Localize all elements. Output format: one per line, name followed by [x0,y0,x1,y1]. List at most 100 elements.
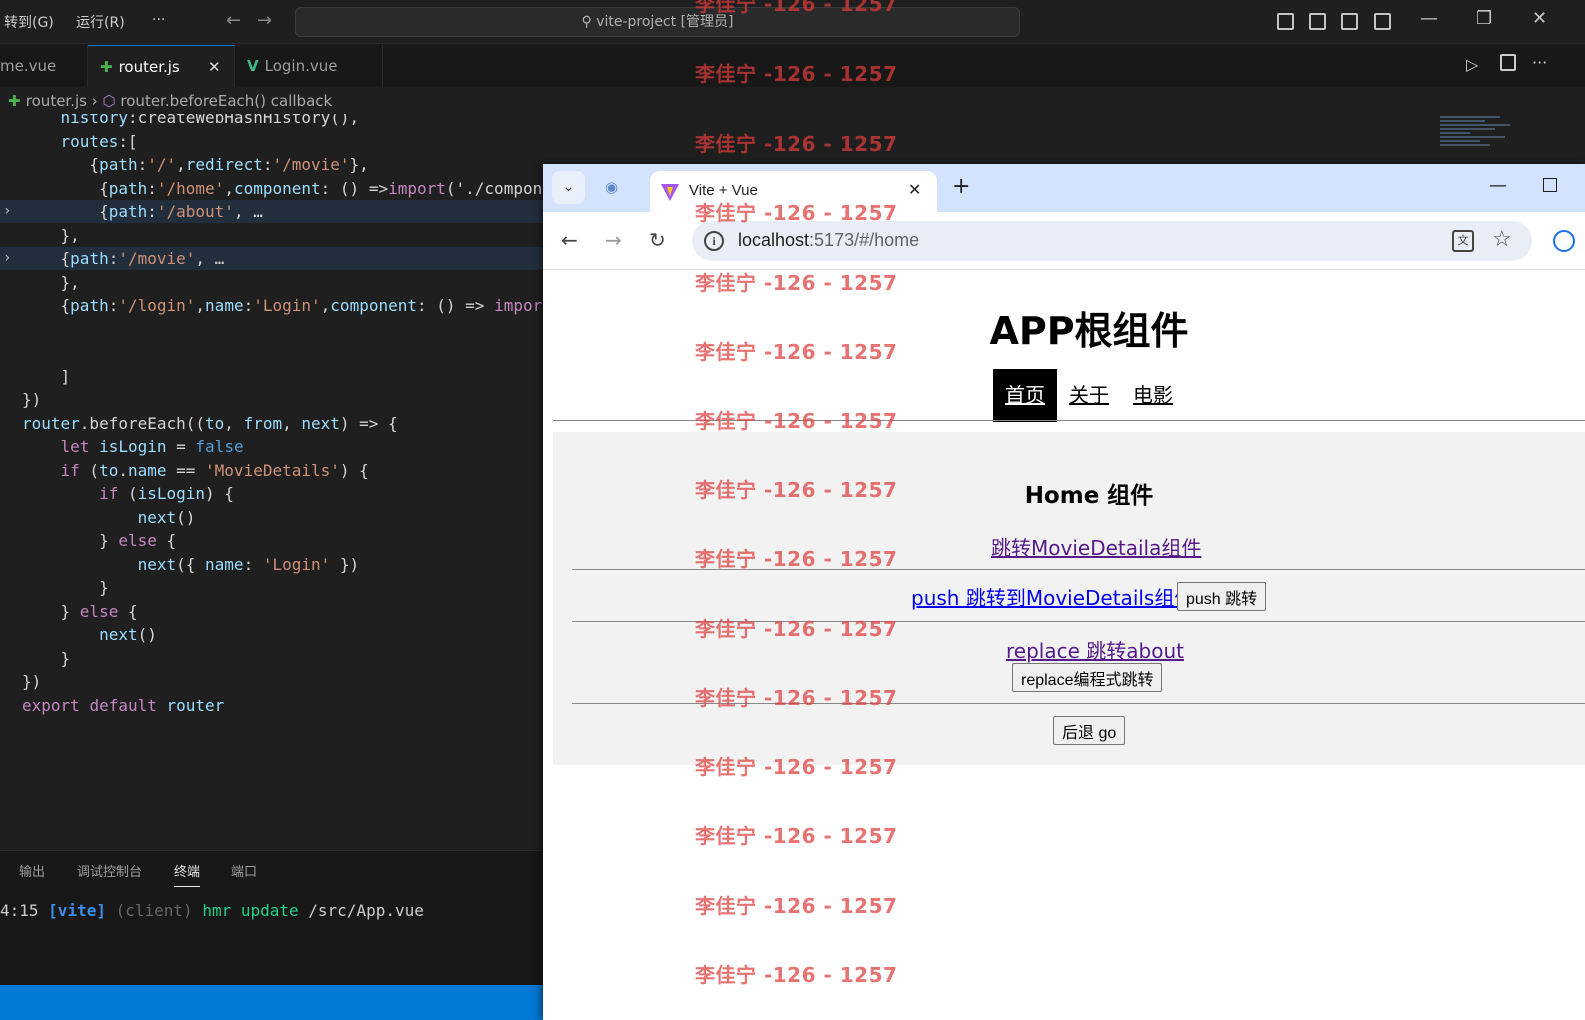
vscode-titlebar: 转到(G) 运行(R) ··· ← → ⚲ vite-project [管理员]… [0,0,1585,44]
replace-button[interactable]: replace编程式跳转 [1012,663,1163,692]
browser-tabstrip: ⌄ ◉ Vite + Vue ✕ + — [543,164,1585,212]
divider [572,569,1585,570]
code-text: routes:[ [60,131,138,151]
site-info-icon[interactable]: i [704,231,724,251]
menu-more[interactable]: ··· [152,12,165,28]
toggle-secondary-sidebar-icon[interactable] [1341,13,1358,30]
home-title: Home 组件 [1024,483,1154,509]
tab-home-vue[interactable]: me.vue [0,45,88,87]
browser-tab-title: Vite + Vue [689,182,758,199]
js-file-icon: ✚ [8,92,26,110]
back-go-button[interactable]: 后退 go [1053,716,1126,745]
code-text: history:createWebHashHistory(), [60,114,360,127]
extension-icon[interactable]: ◉ [605,178,618,196]
code-text: {path:'/login',name:'Login',component: (… [22,296,552,315]
browser-minimize-icon[interactable]: — [1489,175,1507,196]
code-text: next() [99,625,157,644]
browser-toolbar: ← → ↻ i localhost:5173/#/home 文 ☆ [543,212,1585,270]
link-replace-about[interactable]: replace 跳转about [1006,635,1184,664]
browser-maximize-icon[interactable] [1543,178,1557,192]
code-text: }) [22,672,42,691]
method-symbol-icon: ⬡ [102,92,116,110]
page-content: APP根组件 首页 关于 电影 Home 组件 跳转MovieDetaila组件… [543,270,1585,1020]
divider [572,703,1585,704]
restore-icon[interactable]: ❐ [1476,8,1492,29]
code-line[interactable]: routes:[ [0,130,1585,153]
browser-back-icon[interactable]: ← [561,228,578,252]
address-bar[interactable]: i localhost:5173/#/home 文 ☆ [692,221,1532,261]
panel-tab-terminal[interactable]: 终端 [174,861,201,887]
run-icon[interactable]: ▷ [1466,55,1478,74]
browser-forward-icon[interactable]: → [605,228,622,252]
panel-tab-output[interactable]: 输出 [19,861,45,880]
code-text: ] [22,366,71,386]
link-push-movie-details[interactable]: push 跳转到MovieDetails组件 [911,582,1194,611]
link-movie-details[interactable]: 跳转MovieDetaila组件 [991,532,1201,561]
code-text: if (isLogin) { [99,484,234,503]
breadcrumb-separator: › [91,92,98,110]
code-text: next() [137,507,196,527]
translate-icon[interactable]: 文 [1452,230,1474,252]
tab-label: me.vue [0,57,57,75]
divider [572,621,1585,622]
new-tab-icon[interactable]: + [952,174,970,199]
breadcrumb-file[interactable]: router.js [26,92,87,110]
code-text: {path:'/about', … [22,202,263,221]
breadcrumb: ✚ router.js › ⬡ router.beforeEach() call… [0,88,1585,114]
code-text: }, [22,225,80,245]
code-line[interactable]: history:createWebHashHistory(), [0,114,1585,129]
code-text: } [22,648,71,668]
back-arrow-icon[interactable]: ← [226,10,241,31]
tab-router-js[interactable]: ✚ router.js ✕ [88,45,235,87]
breadcrumb-symbol[interactable]: router.beforeEach() callback [120,92,332,110]
push-button[interactable]: push 跳转 [1177,582,1267,611]
browser-tab-close-icon[interactable]: ✕ [908,180,921,199]
fold-chevron-icon[interactable]: › [3,200,11,223]
forward-arrow-icon[interactable]: → [257,10,272,31]
split-editor-icon[interactable] [1500,54,1516,71]
code-text: export default router [22,695,225,715]
bookmark-star-icon[interactable]: ☆ [1492,227,1512,252]
more-actions-icon[interactable]: ··· [1532,53,1547,72]
address-bar-url: localhost:5173/#/home [738,230,920,250]
nav-link-home[interactable]: 首页 [993,369,1057,422]
code-text: } else { [22,531,177,550]
browser-window: ⌄ ◉ Vite + Vue ✕ + — ← → ↻ i localhost:5… [543,164,1585,1020]
vite-logo-icon [661,184,679,201]
command-center[interactable]: ⚲ vite-project [管理员] [295,7,1020,37]
vue-file-icon: V [247,57,259,75]
search-icon: ⚲ [581,14,597,30]
nav-link-movie[interactable]: 电影 [1125,369,1181,422]
panel-tab-ports[interactable]: 端口 [231,861,257,880]
code-text: } else { [22,601,138,621]
panel-tab-debug-console[interactable]: 调试控制台 [77,861,142,880]
reload-icon[interactable]: ↻ [649,228,666,252]
editor-tabbar: me.vue ✚ router.js ✕ V Login.vue ▷ ··· [0,45,1585,87]
profile-icon[interactable] [1553,230,1575,252]
code-text: }, [22,272,80,292]
nav-divider [553,420,1585,421]
terminal-output: 4:15 [vite] (client) hmr update /src/App… [0,901,424,920]
code-text: let isLogin = false [60,437,244,456]
home-component: Home 组件 跳转MovieDetaila组件 push 跳转到MovieDe… [553,432,1585,765]
code-text: {path:'/movie', … [22,249,225,268]
code-text: } [22,578,109,597]
toggle-panel-icon[interactable] [1309,13,1326,30]
toggle-sidebar-icon[interactable] [1277,13,1294,30]
minimize-icon[interactable]: — [1420,8,1438,29]
menu-goto[interactable]: 转到(G) [4,12,54,32]
terminal-line-text: 4:15 [vite] (client) hmr update /src/App… [0,901,424,920]
nav-link-about[interactable]: 关于 [1061,369,1117,422]
code-text: {path:'/',redirect:'/movie'}, [22,155,369,174]
tab-login-vue[interactable]: V Login.vue [235,45,383,87]
close-icon[interactable]: ✕ [1532,8,1547,29]
menu-run[interactable]: 运行(R) [76,12,125,32]
browser-tab-vite-vue[interactable]: Vite + Vue ✕ [650,171,937,212]
tab-label: Login.vue [264,57,338,75]
code-text: next({ name: 'Login' }) [137,554,360,574]
tab-search-icon[interactable]: ⌄ [552,171,585,204]
fold-chevron-icon[interactable]: › [3,247,11,270]
tab-close-icon[interactable]: ✕ [208,46,221,88]
customize-layout-icon[interactable] [1374,13,1391,30]
js-file-icon: ✚ [100,58,113,76]
